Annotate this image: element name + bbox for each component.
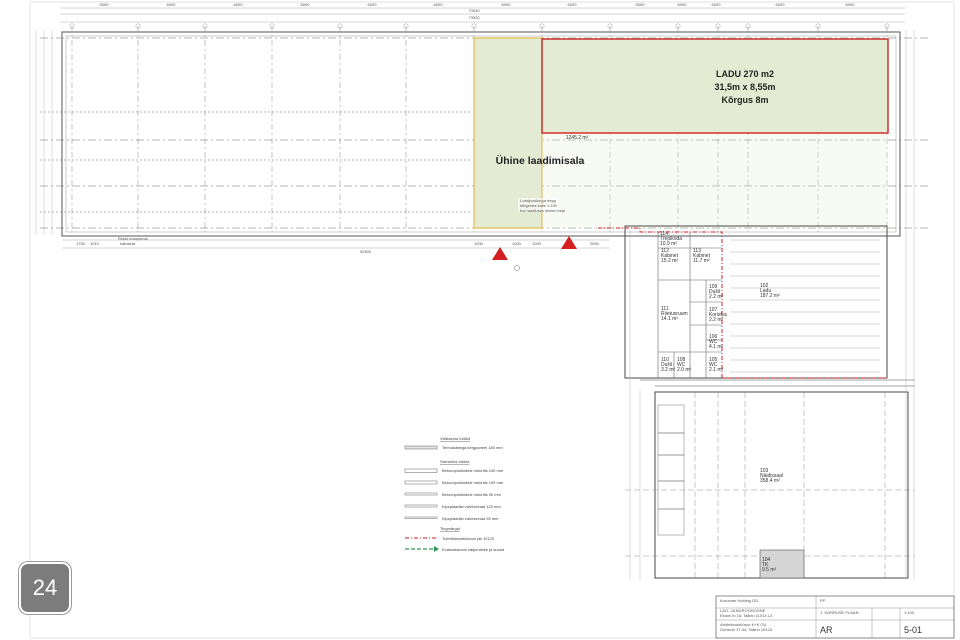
warehouse-label-2: 31,5m x 8,55m (714, 82, 775, 92)
bottom-dim-2: 1010 (90, 241, 100, 246)
warehouse-label-1: LADU 270 m2 (716, 69, 774, 79)
legend-item: Kipsplaadist vaheseinad 120 mm (442, 504, 501, 509)
stamp-address: Estoni tn 18, Tallinn 11014 L3 (720, 613, 773, 618)
shared-loading-area-extension (542, 134, 887, 228)
top-span-dim: 6000 (301, 2, 311, 7)
top-span-dim: 6000 (846, 2, 856, 7)
room-label-109: 109Dušš2.2 m² (709, 284, 724, 300)
legend-title-2: Siseseina tüübid (440, 459, 469, 464)
room-label-111: 111Riietusruum14.1 m² (661, 306, 688, 322)
svg-text:15.2 m²: 15.2 m² (661, 258, 678, 264)
stamp-section: AR (820, 625, 833, 635)
evac-arrow-icon (434, 546, 439, 552)
bottom-dim-7: 2650 (590, 241, 600, 246)
svg-text:3.2 m²: 3.2 m² (661, 367, 676, 373)
top-span-dim: 6000 (234, 2, 244, 7)
top-dimensions (60, 7, 905, 23)
top-span-dim: 6000 (776, 2, 786, 7)
shared-area-room-area: 1245.2 m² (566, 135, 589, 141)
exit-marker-icon (492, 247, 508, 260)
stamp-stage: PP (820, 598, 826, 603)
legend-item: Evakuatsiooni väljumistee ja suund (442, 547, 504, 552)
stamp-scale: 1:100 (904, 610, 915, 615)
bottom-dim-6: 1000 (532, 241, 542, 246)
svg-text:358.4 m²: 358.4 m² (760, 478, 780, 484)
room-label-103: 103Näidissaal358.4 m² (760, 468, 783, 484)
legend-item: Tuletõkkesektsioon piir EI120 (442, 536, 495, 541)
legend-item: Kipsplaadist vaheseinad 95 mm (442, 516, 499, 521)
bottom-dim-4: 1000 (474, 241, 484, 246)
stamp-company: Kruuman Holding OÜ (720, 598, 758, 603)
top-span-dim: 6000 (100, 2, 110, 7)
svg-text:2.2 m²: 2.2 m² (709, 294, 724, 300)
room-label-107: 107Koristus2.2 m² (709, 307, 728, 323)
room-label-112: 112Kabinet15.2 m² (661, 248, 679, 264)
top-total-dim-2: 73520 (468, 15, 480, 20)
legend-item: Betoonplokkidest müüritis 90 mm (442, 492, 502, 497)
office-block-outline (624, 225, 915, 579)
room-label-108: 108WC2.0 m² (677, 357, 692, 373)
warehouse-label-3: Kõrgus 8m (721, 95, 768, 105)
room-label-114: 114Trepikoda10.9 m² (660, 231, 682, 247)
top-total-dim-1: 73040 (468, 8, 480, 13)
warehouse-racks (730, 239, 880, 373)
svg-text:2.2 m²: 2.2 m² (709, 317, 724, 323)
page-number-badge: 24 (19, 562, 71, 614)
legend: Välisseina tüübid Termokattega kergpanee… (404, 436, 504, 552)
showroom-stalls (657, 404, 685, 536)
title-block: Kruuman Holding OÜ LAO- JA BÜROOHOONE Es… (715, 595, 955, 639)
bottom-dimension-line (62, 239, 610, 249)
bottom-dim-3: 52500 (360, 249, 372, 254)
left-note-2: katuseta (120, 241, 136, 246)
legend-item: Betoonplokkidest müüritis 240 mm (442, 468, 504, 473)
room-label-110: 110Dušš3.2 m² (661, 357, 676, 373)
legend-item: Termokattega kergpaneel 180 mm (442, 445, 503, 450)
top-span-dims: 6000 6000 6000 6000 6000 6000 6000 6000 6000 6000… (100, 2, 856, 7)
svg-text:14.1 m²: 14.1 m² (661, 316, 678, 322)
stamp-arch-address: Gonsiori 17-34, Tallinn 10124 (720, 627, 773, 632)
svg-text:4.1 m²: 4.1 m² (709, 344, 724, 350)
legend-title-3: Tingmärgid (440, 526, 460, 531)
svg-text:2.1 m²: 2.1 m² (709, 367, 724, 373)
top-span-dim: 6000 (502, 2, 512, 7)
top-span-dim: 6000 (368, 2, 378, 7)
floor-plan-drawing: 73040 73520 6000 6000 6000 6000 6000 6000 6000… (29, 1, 955, 639)
grid-axis-bubble (514, 265, 520, 271)
svg-text:11.7 m²: 11.7 m² (693, 258, 710, 264)
fire-compartment-border (598, 227, 887, 379)
legend-title-1: Välisseina tüübid (440, 436, 470, 441)
shared-area-label: Ühine laadimisala (496, 154, 585, 167)
svg-text:2.0 m²: 2.0 m² (677, 367, 692, 373)
svg-text:hoi raadiuses ümber trepi: hoi raadiuses ümber trepi (520, 208, 565, 213)
room-labels: 114Trepikoda10.9 m²112Kabinet15.2 m² 113K… (660, 231, 783, 573)
top-span-dim: 6000 (568, 2, 578, 7)
room-label-102: 102Ladu187.2 m² (760, 283, 780, 299)
svg-text:187.2 m²: 187.2 m² (760, 293, 780, 299)
exit-marker-icon (561, 236, 577, 249)
top-span-dim: 6000 (712, 2, 722, 7)
room-label-106: 106WC4.1 m² (709, 334, 724, 350)
room-label-113: 113Kabinet11.7 m² (693, 248, 711, 264)
top-span-dim: 6000 (636, 2, 646, 7)
top-span-dim: 6000 (167, 2, 177, 7)
stamp-drawing: 1. KORRUSE PLAAN (820, 610, 859, 615)
top-span-dim: 6000 (678, 2, 688, 7)
bottom-dim-1: 1750 (76, 241, 86, 246)
svg-text:10.9 m²: 10.9 m² (660, 241, 677, 247)
top-span-dim: 6000 (434, 2, 444, 7)
room-label-105: 105WC2.1 m² (709, 357, 724, 373)
stamp-sheet: 5-01 (904, 625, 922, 635)
legend-item: Betoonplokkidest müüritis 190 mm (442, 480, 504, 485)
bottom-dim-5: 1000 (512, 241, 522, 246)
left-dimensions (35, 30, 53, 235)
svg-text:9.5 m²: 9.5 m² (762, 567, 777, 573)
